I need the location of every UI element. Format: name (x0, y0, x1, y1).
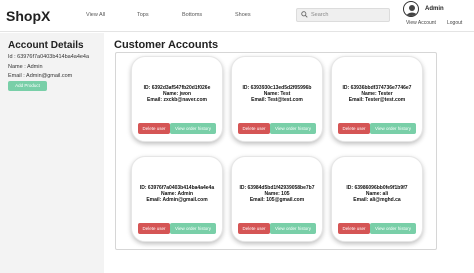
top-navbar: ShopX View All Tops Bottoms Shoes Admin … (0, 0, 474, 32)
delete-user-button[interactable]: Delete user (338, 123, 370, 134)
view-order-history-button[interactable]: View order history (270, 123, 316, 134)
account-details-title: Account Details (8, 40, 84, 51)
customer-card: ID: 63986096bb0fe9f1b9f7 Name: ali Email… (331, 156, 423, 242)
delete-user-button[interactable]: Delete user (238, 223, 270, 234)
customer-card: ID: 6392d3af547fb20d1f026e Name: jwon Em… (131, 56, 223, 142)
customer-email: Email: Admin@gmail.com (146, 197, 208, 203)
view-order-history-button[interactable]: View order history (170, 123, 216, 134)
brand-logo[interactable]: ShopX (6, 8, 50, 24)
customer-email: Email: ali@mghd.ca (353, 197, 401, 203)
avatar[interactable] (403, 1, 419, 17)
view-order-history-button[interactable]: View order history (370, 123, 416, 134)
user-name: Admin (425, 6, 444, 12)
search-icon[interactable] (301, 11, 308, 18)
customer-email: Email: zxckb@naver.com (147, 97, 207, 103)
view-order-history-button[interactable]: View order history (370, 223, 416, 234)
delete-user-button[interactable]: Delete user (138, 123, 170, 134)
add-product-button[interactable]: Add Product (8, 81, 47, 91)
customer-grid: ID: 6392d3af547fb20d1f026e Name: jwon Em… (115, 52, 437, 250)
account-email: Email : Admin@gmail.com (8, 73, 73, 79)
search-input[interactable] (311, 10, 387, 20)
customer-card: ID: 6393930c13ed5d2f05996b Name: Test Em… (231, 56, 323, 142)
view-order-history-button[interactable]: View order history (270, 223, 316, 234)
page-title: Customer Accounts (114, 39, 219, 51)
search-box (296, 8, 390, 22)
delete-user-button[interactable]: Delete user (138, 223, 170, 234)
customer-email: Email: Tester@test.com (348, 97, 406, 103)
account-name: Name : Admin (8, 64, 43, 70)
account-sidebar: Account Details Id : 63976f7a0403b414ba4… (0, 33, 104, 273)
view-account-link[interactable]: View Account (406, 20, 436, 26)
customer-card: ID: 63984d5bd1f42939058be7b7 Name: 105 E… (231, 156, 323, 242)
account-id: Id : 63976f7a0403b414ba4a4e4a (8, 54, 90, 60)
customer-email: Email: 105@gmail.com (249, 197, 305, 203)
logout-link[interactable]: Logout (447, 20, 462, 26)
delete-user-button[interactable]: Delete user (238, 123, 270, 134)
nav-view-all[interactable]: View All (86, 12, 105, 18)
user-icon (406, 5, 418, 16)
customer-card: ID: 63936bbdf374736e7746e7 Name: Tester … (331, 56, 423, 142)
delete-user-button[interactable]: Delete user (338, 223, 370, 234)
nav-bottoms[interactable]: Bottoms (182, 12, 202, 18)
customer-email: Email: Test@test.com (251, 97, 303, 103)
view-order-history-button[interactable]: View order history (170, 223, 216, 234)
nav-tops[interactable]: Tops (137, 12, 149, 18)
customer-card: ID: 63976f7a0403b414ba4a4e4a Name: Admin… (131, 156, 223, 242)
nav-shoes[interactable]: Shoes (235, 12, 251, 18)
